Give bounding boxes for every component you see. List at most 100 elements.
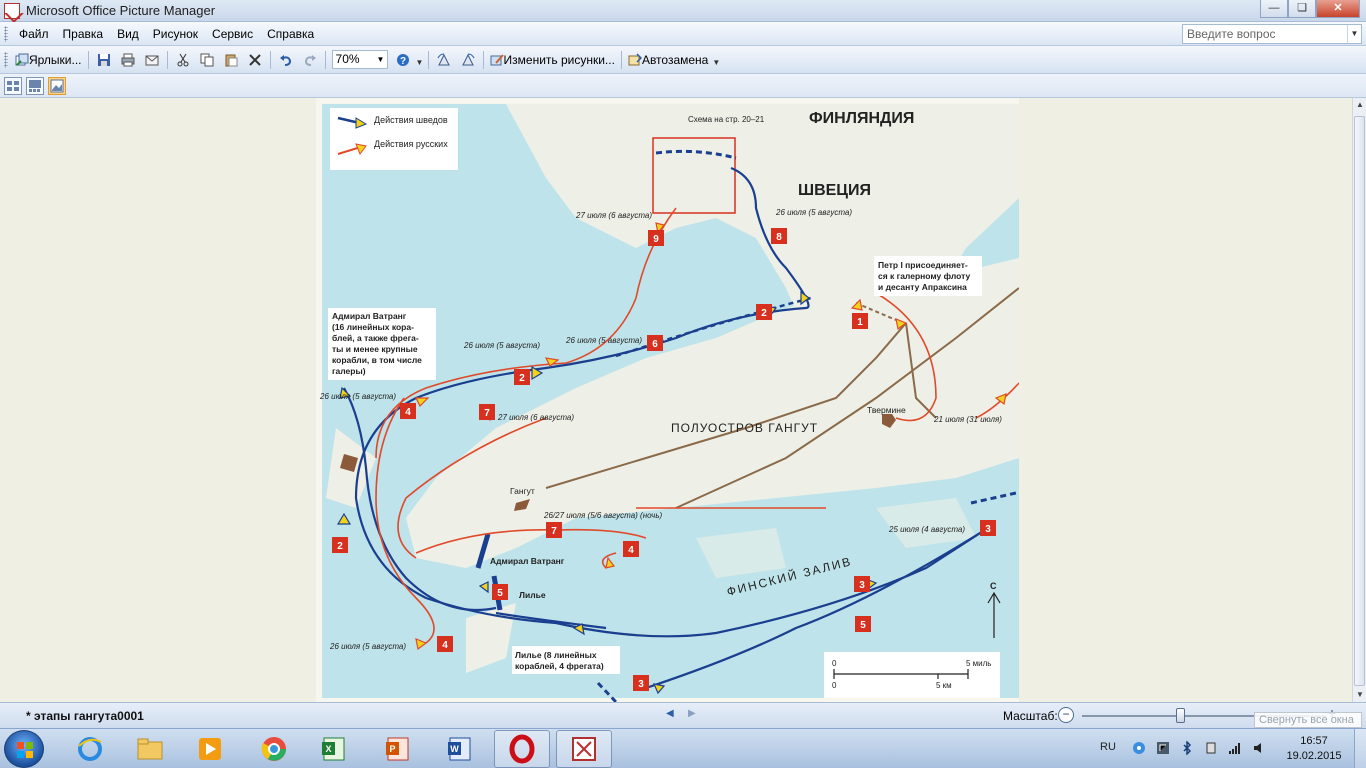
menu-grip[interactable]	[4, 25, 8, 42]
zoom-value: 70%	[335, 52, 360, 66]
signal-strength-icon[interactable]	[1228, 741, 1242, 755]
chevron-down-icon[interactable]: ▼	[1347, 25, 1361, 43]
minimize-button[interactable]: —	[1260, 0, 1288, 18]
zoom-out-button[interactable]: −	[1058, 707, 1074, 723]
bluetooth-icon[interactable]	[1180, 741, 1194, 755]
marker-number: 8	[776, 232, 782, 243]
marker-5: 5	[492, 584, 508, 600]
taskbar-media-player[interactable]	[182, 730, 238, 768]
scale-zero-bottom: 0	[832, 681, 837, 690]
watrang-note-line: галеры)	[332, 366, 366, 376]
zoom-select[interactable]: 70% ▼	[331, 50, 388, 69]
label-tverminne: Твермине	[867, 405, 906, 415]
taskbar-picture-manager[interactable]	[556, 730, 612, 768]
volume-icon[interactable]	[1252, 741, 1266, 755]
marker-number: 9	[653, 234, 659, 245]
picture-view-area[interactable]: Действия шведов Действия русских ФИНЛЯНД…	[0, 98, 1352, 702]
taskbar-powerpoint[interactable]: P	[370, 730, 426, 768]
word-icon: W	[448, 737, 471, 761]
copy-button[interactable]	[196, 49, 218, 71]
menu-picture[interactable]: Рисунок	[146, 27, 205, 41]
taskbar-chrome[interactable]	[246, 730, 302, 768]
toolbar-separator	[87, 50, 89, 69]
usb-device-icon[interactable]	[1204, 741, 1218, 755]
edit-pictures-icon	[490, 53, 504, 65]
toolbar-overflow-button[interactable]: ▼	[711, 50, 721, 70]
network-status-icon[interactable]	[1132, 741, 1146, 755]
start-button[interactable]	[4, 730, 44, 768]
chrome-icon	[261, 737, 286, 761]
vertical-scrollbar[interactable]: ▲ ▼	[1352, 98, 1366, 702]
scroll-down-arrow[interactable]: ▼	[1353, 688, 1366, 702]
help-button[interactable]: ?	[392, 49, 414, 71]
chevron-down-icon[interactable]: ▼	[375, 51, 387, 68]
marker-7: 7	[546, 522, 562, 538]
previous-picture-icon[interactable]: ◀	[666, 708, 680, 722]
label-lilje: Лилье	[519, 590, 546, 600]
filmstrip-view-button[interactable]	[26, 76, 44, 95]
close-button[interactable]: ✕	[1316, 0, 1360, 18]
svg-text:W: W	[450, 744, 459, 754]
opera-icon	[509, 734, 535, 764]
marker-number: 2	[519, 373, 525, 384]
lilje-note: Лилье (8 линейных кораблей, 4 фрегата)	[515, 650, 604, 671]
date-label: 26 июля (5 августа)	[319, 392, 396, 401]
svg-text:?: ?	[399, 56, 405, 67]
clock[interactable]: 16:57 19.02.2015	[1284, 734, 1344, 764]
clock-date: 19.02.2015	[1286, 750, 1342, 762]
email-button[interactable]	[141, 49, 163, 71]
date-label: 26 июля (5 августа)	[329, 642, 406, 651]
show-desktop-button[interactable]	[1354, 729, 1366, 768]
toolbar-overflow-button[interactable]: ▼	[415, 50, 425, 70]
media-tray-icon[interactable]	[1156, 741, 1170, 755]
scroll-up-arrow[interactable]: ▲	[1353, 98, 1366, 112]
toolbar-separator	[166, 50, 168, 69]
peter-note-line: Петр I присоединяет-	[878, 260, 968, 270]
rotate-right-button[interactable]	[457, 49, 479, 71]
help-search-placeholder: Введите вопрос	[1187, 27, 1276, 41]
menu-tools[interactable]: Сервис	[205, 27, 260, 41]
toolbar-separator	[427, 50, 429, 69]
marker-4: 4	[437, 636, 453, 652]
marker-2: 2	[756, 304, 772, 320]
delete-button[interactable]	[244, 49, 266, 71]
thumbnail-view-button[interactable]	[4, 76, 22, 95]
print-button[interactable]	[117, 49, 139, 71]
menu-edit[interactable]: Правка	[56, 27, 111, 41]
zoom-slider-thumb[interactable]	[1176, 708, 1185, 723]
lilje-note-line: кораблей, 4 фрегата)	[515, 661, 604, 671]
single-picture-view-button[interactable]	[48, 76, 66, 95]
scroll-thumb[interactable]	[1354, 116, 1365, 686]
taskbar-internet-explorer[interactable]	[62, 730, 118, 768]
taskbar-explorer[interactable]	[122, 730, 178, 768]
rotate-left-button[interactable]	[433, 49, 455, 71]
undo-button[interactable]	[275, 49, 297, 71]
save-button[interactable]	[93, 49, 115, 71]
taskbar-excel[interactable]: X	[306, 730, 362, 768]
maximize-button[interactable]: ❏	[1288, 0, 1316, 18]
label-peninsula: ПОЛУОСТРОВ ГАНГУТ	[671, 421, 818, 435]
powerpoint-icon: P	[386, 737, 409, 761]
help-icon: ?	[396, 53, 409, 67]
language-indicator[interactable]: RU	[1100, 741, 1116, 753]
menu-file[interactable]: Файл	[12, 27, 56, 41]
date-label: 21 июля (31 июля)	[933, 415, 1002, 424]
shortcuts-button[interactable]: Ярлыки...	[13, 49, 84, 71]
menu-help[interactable]: Справка	[260, 27, 321, 41]
picture-navigation: ◀ ▶	[666, 708, 710, 722]
taskbar-opera[interactable]	[494, 730, 550, 768]
menu-view[interactable]: Вид	[110, 27, 146, 41]
taskbar-word[interactable]: W	[432, 730, 488, 768]
cut-button[interactable]	[172, 49, 194, 71]
autocorrect-button[interactable]: Автозамена	[626, 49, 710, 71]
help-search-input[interactable]: Введите вопрос ▼	[1182, 24, 1362, 44]
edit-pictures-button[interactable]: Изменить рисунки...	[488, 49, 617, 71]
paste-button[interactable]	[220, 49, 242, 71]
date-label: 26 июля (5 августа)	[775, 208, 852, 217]
status-bar: * этапы гангута0001 ◀ ▶ Масштаб: − + Све…	[0, 702, 1366, 728]
redo-button[interactable]	[299, 49, 321, 71]
toolbar-grip[interactable]	[4, 51, 8, 68]
next-picture-icon[interactable]: ▶	[688, 708, 702, 722]
legend-russian: Действия русских	[374, 139, 448, 149]
marker-number: 2	[337, 541, 343, 552]
